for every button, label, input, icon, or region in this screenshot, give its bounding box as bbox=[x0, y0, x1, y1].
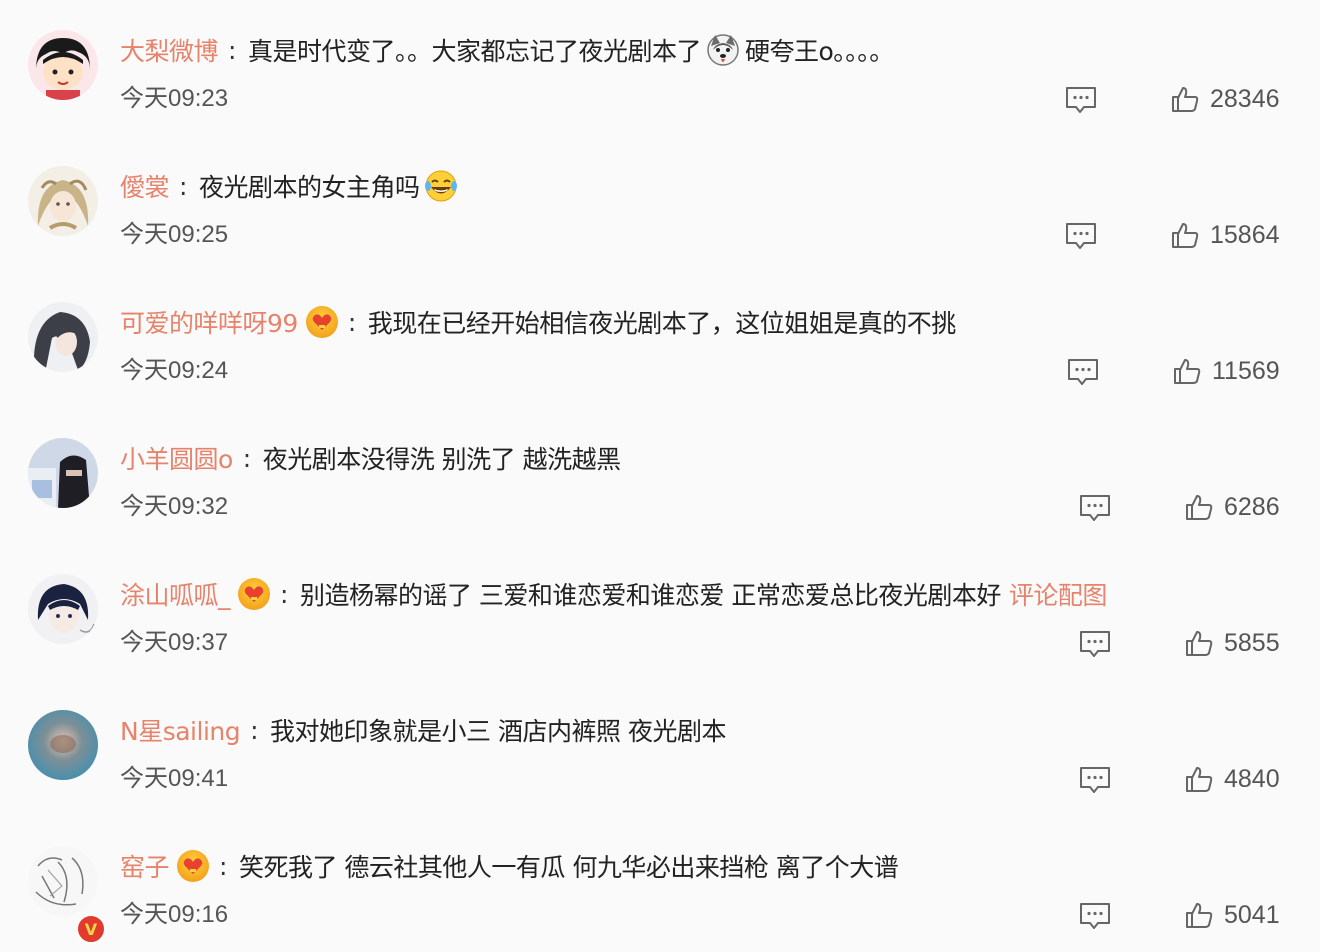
colon-separator: : bbox=[347, 307, 356, 337]
comment-text: 真是时代变了。。大家都忘记了夜光剧本了 bbox=[247, 37, 702, 66]
comment-bubble-icon[interactable] bbox=[1078, 629, 1112, 659]
anime-girl-avatar[interactable] bbox=[28, 166, 98, 236]
like-count: 5855 bbox=[1224, 628, 1280, 657]
like-button[interactable]: 6286 bbox=[1184, 492, 1280, 522]
anime-boy-avatar[interactable] bbox=[28, 574, 98, 644]
timestamp: 今天09:25 bbox=[120, 221, 229, 248]
like-button[interactable]: 28346 bbox=[1170, 84, 1280, 114]
colon-separator: : bbox=[242, 443, 251, 473]
timestamp: 今天09:37 bbox=[120, 629, 229, 656]
like-count: 4840 bbox=[1224, 764, 1280, 793]
colon-separator: : bbox=[280, 579, 288, 609]
comment-text: 别造杨幂的谣了 三爱和谁恋爱和谁恋爱 正常恋爱总比夜光剧本好 bbox=[299, 581, 1001, 610]
husky-emoji-icon bbox=[705, 32, 741, 68]
cartoon-girl-avatar[interactable] bbox=[28, 30, 98, 100]
username[interactable]: 僾裳 bbox=[120, 168, 170, 204]
thumbs-up-icon bbox=[1174, 359, 1201, 384]
username[interactable]: 涂山呱呱_ bbox=[120, 576, 231, 612]
thumbs-up-icon bbox=[1186, 903, 1213, 928]
heart-badge-icon bbox=[238, 578, 271, 610]
thumbs-up-icon bbox=[1172, 223, 1199, 248]
comment-text: 笑死我了 德云社其他人一有瓜 何九华必出来挡枪 离了个大谱 bbox=[238, 853, 899, 882]
comment-line: N星sailing : 我对她印象就是小三 酒店内裤照 夜光剧本 bbox=[120, 710, 726, 750]
username[interactable]: 小羊圆圆o bbox=[120, 440, 233, 476]
verified-badge-icon: V bbox=[76, 914, 106, 944]
like-button[interactable]: 5855 bbox=[1184, 628, 1280, 658]
laugh-cry-emoji-icon bbox=[423, 168, 459, 204]
comment-bubble-icon[interactable] bbox=[1066, 357, 1100, 387]
blurred-avatar[interactable] bbox=[28, 710, 98, 780]
username[interactable]: N星sailing bbox=[120, 712, 241, 748]
heart-badge-icon bbox=[177, 850, 210, 882]
comment-line: 僾裳 : 夜光剧本的女主角吗 bbox=[120, 166, 463, 206]
like-count: 6286 bbox=[1224, 492, 1280, 521]
dark-haired-avatar[interactable] bbox=[28, 302, 98, 372]
comment-item: V 窑子 : 笑死我了 德云社其他人一有瓜 何九华必出来挡枪 离了个大谱 今天0… bbox=[0, 816, 1320, 952]
thumbs-up-icon bbox=[1186, 631, 1213, 656]
colon-separator: : bbox=[228, 35, 236, 65]
timestamp: 今天09:41 bbox=[120, 765, 229, 792]
like-button[interactable]: 5041 bbox=[1184, 900, 1280, 930]
heart-badge-icon bbox=[305, 306, 338, 338]
username[interactable]: 窑子 bbox=[120, 848, 170, 884]
comment-bubble-icon[interactable] bbox=[1078, 493, 1112, 523]
timestamp: 今天09:24 bbox=[120, 357, 229, 384]
comment-bubble-icon[interactable] bbox=[1078, 765, 1112, 795]
colon-separator: : bbox=[250, 715, 259, 745]
sketch-avatar[interactable] bbox=[28, 846, 98, 916]
comment-bubble-icon[interactable] bbox=[1078, 901, 1112, 931]
thumbs-up-icon bbox=[1186, 495, 1213, 520]
comment-bubble-icon[interactable] bbox=[1064, 85, 1098, 115]
username[interactable]: 大梨微博 bbox=[120, 32, 219, 68]
comment-item: N星sailing : 我对她印象就是小三 酒店内裤照 夜光剧本 今天09:41… bbox=[0, 680, 1320, 816]
username[interactable]: 可爱的咩咩呀99 bbox=[120, 304, 298, 340]
comment-feed: 大梨微博 : 真是时代变了。。大家都忘记了夜光剧本了 硬夸王o。。。。 今天09… bbox=[0, 0, 1320, 944]
timestamp: 今天09:32 bbox=[120, 493, 229, 520]
comment-item: 僾裳 : 夜光剧本的女主角吗 今天09:25 15864 bbox=[0, 136, 1320, 272]
like-button[interactable]: 4840 bbox=[1184, 764, 1280, 794]
comment-line: 大梨微博 : 真是时代变了。。大家都忘记了夜光剧本了 硬夸王o。。。。 bbox=[120, 30, 894, 70]
masked-person-avatar[interactable] bbox=[28, 438, 98, 508]
comment-text: 夜光剧本的女主角吗 bbox=[198, 173, 420, 202]
comment-line: 小羊圆圆o : 夜光剧本没得洗 别洗了 越洗越黑 bbox=[120, 438, 621, 478]
like-button[interactable]: 15864 bbox=[1170, 220, 1280, 250]
comment-text: 我对她印象就是小三 酒店内裤照 夜光剧本 bbox=[270, 717, 726, 746]
comment-bubble-icon[interactable] bbox=[1064, 221, 1098, 251]
like-button[interactable]: 11569 bbox=[1172, 356, 1280, 386]
comment-item: 可爱的咩咩呀99 : 我现在已经开始相信夜光剧本了，这位姐姐是真的不挑 今天09… bbox=[0, 272, 1320, 408]
comment-text-after: 硬夸王o。。。。 bbox=[744, 37, 894, 66]
like-count: 15864 bbox=[1210, 220, 1280, 249]
comment-item: 小羊圆圆o : 夜光剧本没得洗 别洗了 越洗越黑 今天09:32 6286 bbox=[0, 408, 1320, 544]
comment-item: 涂山呱呱_ : 别造杨幂的谣了 三爱和谁恋爱和谁恋爱 正常恋爱总比夜光剧本好 评… bbox=[0, 544, 1320, 680]
comment-line: 可爱的咩咩呀99 : 我现在已经开始相信夜光剧本了，这位姐姐是真的不挑 bbox=[120, 302, 956, 342]
colon-separator: : bbox=[179, 171, 187, 201]
colon-separator: : bbox=[219, 851, 227, 881]
comment-image-link[interactable]: 评论配图 bbox=[1009, 576, 1108, 612]
comment-line: 涂山呱呱_ : 别造杨幂的谣了 三爱和谁恋爱和谁恋爱 正常恋爱总比夜光剧本好 评… bbox=[120, 574, 1107, 614]
timestamp: 今天09:16 bbox=[120, 901, 229, 928]
verified-mark: V bbox=[84, 919, 98, 939]
thumbs-up-icon bbox=[1186, 767, 1213, 792]
comment-text: 夜光剧本没得洗 别洗了 越洗越黑 bbox=[262, 445, 621, 474]
comment-line: 窑子 : 笑死我了 德云社其他人一有瓜 何九华必出来挡枪 离了个大谱 bbox=[120, 846, 899, 886]
timestamp: 今天09:23 bbox=[120, 85, 229, 112]
like-count: 28346 bbox=[1210, 84, 1280, 113]
comment-text: 我现在已经开始相信夜光剧本了，这位姐姐是真的不挑 bbox=[367, 309, 957, 338]
like-count: 11569 bbox=[1212, 356, 1280, 385]
like-count: 5041 bbox=[1224, 900, 1280, 929]
thumbs-up-icon bbox=[1172, 87, 1199, 112]
comment-item: 大梨微博 : 真是时代变了。。大家都忘记了夜光剧本了 硬夸王o。。。。 今天09… bbox=[0, 0, 1320, 136]
